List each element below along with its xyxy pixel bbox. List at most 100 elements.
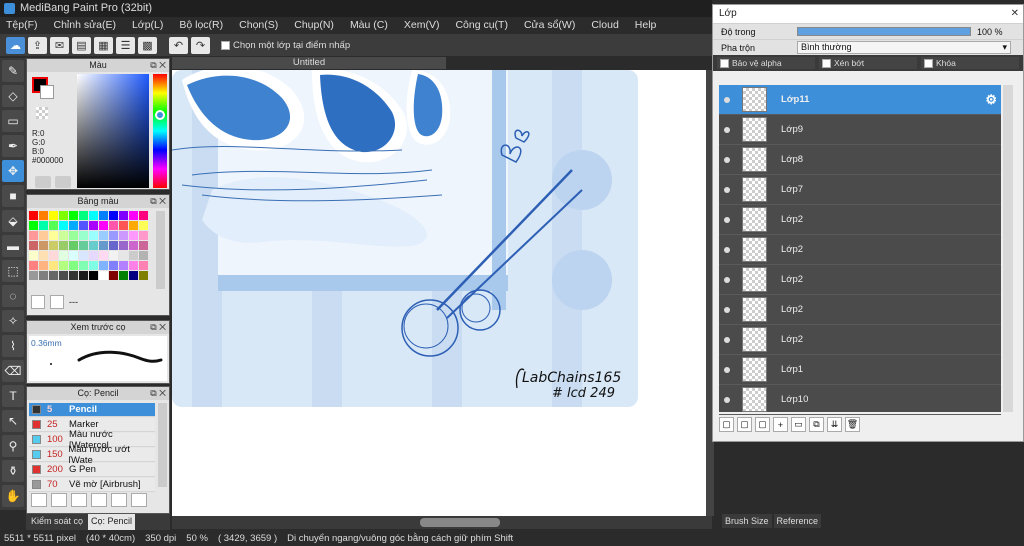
visibility-icon[interactable]	[724, 366, 730, 373]
tab-brush-control[interactable]: Kiểm soát cọ	[28, 514, 86, 530]
lock-alpha-checkbox[interactable]: Bảo vệ alpha	[717, 57, 815, 69]
menu-window[interactable]: Cửa sổ(W)	[524, 17, 575, 34]
palette-swatch[interactable]	[79, 221, 88, 230]
folder-icon[interactable]	[111, 493, 127, 507]
clipping-checkbox[interactable]: Xén bớt	[819, 57, 917, 69]
palette-swatch[interactable]	[89, 241, 98, 250]
select-rect-tool-icon[interactable]: ⬚	[2, 260, 24, 282]
background-color[interactable]	[40, 85, 54, 99]
visibility-icon[interactable]	[724, 246, 730, 253]
add-layer-dropdown-icon[interactable]: +	[773, 417, 788, 432]
palette-swatch[interactable]	[39, 231, 48, 240]
canvas-horizontal-scrollbar[interactable]	[172, 516, 712, 529]
share-icon[interactable]: ⇪	[28, 36, 47, 54]
canvas-tab[interactable]: Untitled	[172, 57, 446, 69]
palette-swatch[interactable]	[59, 271, 68, 280]
brush-scrollbar[interactable]	[158, 403, 167, 487]
menu-layer[interactable]: Lớp(L)	[132, 17, 163, 34]
palette-swatch[interactable]	[129, 261, 138, 270]
pen-tool-icon[interactable]: ✒	[2, 135, 24, 157]
palette-swatch[interactable]	[49, 261, 58, 270]
palette-swatch[interactable]	[79, 251, 88, 260]
palette-swatch[interactable]	[139, 221, 148, 230]
comment-icon[interactable]: ✉	[50, 36, 69, 54]
palette-swatch[interactable]	[119, 271, 128, 280]
menu-tools[interactable]: Công cụ(T)	[455, 17, 508, 34]
palette-swatch[interactable]	[89, 271, 98, 280]
delete-palette-icon[interactable]	[50, 295, 64, 309]
gradient-tool-icon[interactable]: ▬	[2, 235, 24, 257]
palette-swatch[interactable]	[29, 261, 38, 270]
close-icon[interactable]: ✕	[1011, 5, 1019, 23]
eraser-tool-icon[interactable]: ◇	[2, 85, 24, 107]
delete-layer-icon[interactable]: 🗑	[845, 417, 860, 432]
new-brush-icon[interactable]	[51, 493, 67, 507]
palette-swatch[interactable]	[79, 271, 88, 280]
palette-swatch[interactable]	[39, 221, 48, 230]
palette-swatch[interactable]	[139, 231, 148, 240]
visibility-icon[interactable]	[724, 336, 730, 343]
palette-swatch[interactable]	[49, 211, 58, 220]
layer-row[interactable]: Lớp7	[719, 175, 1001, 205]
layer-row[interactable]: Lớp9	[719, 115, 1001, 145]
folder-icon[interactable]: ▭	[791, 417, 806, 432]
text-tool-icon[interactable]: T	[2, 385, 24, 407]
grid-icon[interactable]: ▩	[138, 36, 157, 54]
palette-swatch[interactable]	[69, 211, 78, 220]
layer-row[interactable]: Lớp2	[719, 235, 1001, 265]
menu-file[interactable]: Tệp(F)	[6, 17, 38, 34]
palette-swatch[interactable]	[139, 261, 148, 270]
drawing-canvas[interactable]: LabChains165 # lcd 249	[172, 70, 712, 516]
rectangle-tool-icon[interactable]: ▭	[2, 110, 24, 132]
visibility-icon[interactable]	[724, 276, 730, 283]
copy-brush-icon[interactable]	[91, 493, 107, 507]
gear-icon[interactable]: ⚙	[985, 92, 997, 108]
hue-knob[interactable]	[155, 110, 165, 121]
palette-swatch[interactable]	[129, 221, 138, 230]
brush-item[interactable]: 200 G Pen	[29, 463, 155, 477]
palette-swatch[interactable]	[119, 221, 128, 230]
palette-swatch[interactable]	[99, 241, 108, 250]
layer-scrollbar[interactable]	[1003, 85, 1013, 412]
select-pen-tool-icon[interactable]: ⌇	[2, 335, 24, 357]
cloud-icon[interactable]: ☁	[6, 36, 25, 54]
palette-swatch[interactable]	[29, 211, 38, 220]
eyedropper-tool-icon[interactable]: ⚲	[2, 435, 24, 457]
tab-reference[interactable]: Reference	[773, 514, 822, 528]
palette-swatch[interactable]	[49, 231, 58, 240]
palette-swatch[interactable]	[49, 271, 58, 280]
new-palette-icon[interactable]	[31, 295, 45, 309]
palette-swatch[interactable]	[69, 271, 78, 280]
layer-row[interactable]: Lớp11 ⚙	[719, 85, 1001, 115]
brush-item[interactable]: 5 Pencil	[29, 403, 155, 417]
palette-swatch[interactable]	[69, 231, 78, 240]
redo-icon[interactable]: ↷	[191, 36, 210, 54]
palette-swatch[interactable]	[29, 241, 38, 250]
new-8bit-layer-icon[interactable]: ▢	[755, 417, 770, 432]
palette-swatch[interactable]	[109, 211, 118, 220]
palette-swatch[interactable]	[99, 271, 108, 280]
lasso-tool-icon[interactable]: ◌	[2, 285, 24, 307]
panel-controls[interactable]: ⧉ ✕	[150, 195, 166, 207]
new-halftone-layer-icon[interactable]: ▢	[737, 417, 752, 432]
brush-item[interactable]: 70 Vẽ mờ [Airbrush]	[29, 478, 155, 492]
palette-swatch[interactable]	[129, 251, 138, 260]
palette-swatch[interactable]	[129, 211, 138, 220]
color-mode-icon[interactable]	[35, 176, 51, 188]
tab-brush-size[interactable]: Brush Size	[722, 514, 772, 528]
menu-view[interactable]: Xem(V)	[404, 17, 440, 34]
palette-scrollbar[interactable]	[156, 211, 165, 289]
visibility-icon[interactable]	[724, 96, 730, 103]
palette-swatch[interactable]	[139, 271, 148, 280]
layer-row[interactable]: Lớp2	[719, 295, 1001, 325]
layer-row[interactable]: Lớp1	[719, 355, 1001, 385]
palette-swatch[interactable]	[89, 221, 98, 230]
layer-row[interactable]: Lớp10	[719, 385, 1001, 415]
palette-swatch[interactable]	[109, 231, 118, 240]
palette-swatch[interactable]	[119, 211, 128, 220]
color-wheel-icon[interactable]	[55, 176, 71, 188]
palette-swatch[interactable]	[59, 221, 68, 230]
visibility-icon[interactable]	[724, 306, 730, 313]
palette-swatch[interactable]	[109, 221, 118, 230]
menu-snap[interactable]: Chụp(N)	[294, 17, 334, 34]
